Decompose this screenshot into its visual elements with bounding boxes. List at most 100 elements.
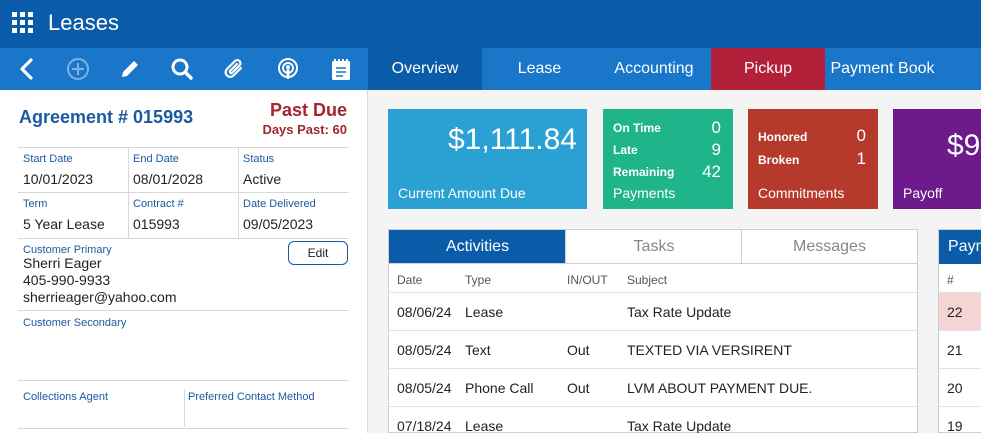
late-value: 9 (711, 140, 721, 159)
tab-lease[interactable]: Lease (482, 48, 597, 90)
start-date-value: 10/01/2023 (23, 171, 94, 187)
divider (18, 380, 349, 381)
title-bar: Leases (0, 0, 981, 48)
broken-label: Broken (758, 153, 800, 167)
honored-label: Honored (758, 130, 808, 144)
toolbar (0, 48, 368, 90)
tab-overview[interactable]: Overview (368, 48, 482, 90)
column-header-type[interactable]: Type (465, 273, 491, 287)
payments-panel: Paym # 22 21 20 19 (938, 229, 981, 433)
date-delivered-label: Date Delivered (243, 198, 316, 210)
main-tabs: Overview Lease Accounting Pickup Payment… (368, 48, 981, 90)
on-time-value: 0 (711, 118, 721, 137)
row-type: Lease (465, 304, 504, 320)
term-label: Term (23, 198, 48, 210)
agreement-title: Agreement # 015993 (19, 107, 194, 127)
row-type: Lease (465, 418, 504, 433)
current-due-title: Current Amount Due (398, 185, 526, 201)
current-due-card[interactable]: $1,111.84 Current Amount Due (388, 109, 587, 209)
payment-number: 19 (947, 418, 963, 433)
agreement-panel: Agreement # 015993 Past Due Days Past: 6… (0, 90, 368, 433)
tab-messages[interactable]: Messages (741, 230, 917, 264)
row-inout: Out (567, 380, 590, 396)
payment-number: 22 (947, 304, 963, 320)
preferred-contact-label: Preferred Contact Method (188, 391, 315, 403)
activities-panel: Activities Tasks Messages Date Type IN/O… (388, 229, 918, 433)
customer-name: Sherri Eager (23, 255, 102, 271)
days-past-label: Days Past: 60 (262, 122, 347, 137)
app-title: Leases (48, 10, 119, 35)
back-icon[interactable] (9, 48, 45, 90)
column-header-date[interactable]: Date (397, 273, 422, 287)
table-row[interactable]: 08/06/24 Lease Tax Rate Update (389, 292, 917, 330)
row-type: Text (465, 342, 491, 358)
divider (18, 238, 349, 239)
table-row[interactable]: 21 (939, 330, 981, 368)
payoff-card[interactable]: $9 Payoff (893, 109, 981, 209)
notepad-icon[interactable] (323, 48, 359, 90)
table-row[interactable]: 22 (939, 292, 981, 330)
on-time-label: On Time (613, 121, 661, 135)
remaining-label: Remaining (613, 165, 675, 179)
divider (184, 389, 185, 427)
row-date: 08/06/24 (397, 304, 452, 320)
tab-payment-book[interactable]: Payment Book (825, 48, 940, 90)
broken-value: 1 (856, 149, 866, 168)
customer-email[interactable]: sherrieager@yahoo.com (23, 289, 177, 305)
honored-value: 0 (856, 126, 866, 145)
row-subject: Tax Rate Update (627, 304, 732, 320)
divider (238, 148, 239, 238)
commitments-card[interactable]: Honored 0 Broken 1 Commitments (748, 109, 878, 209)
divider (18, 428, 349, 429)
row-subject: Tax Rate Update (627, 418, 732, 433)
podcast-icon[interactable] (270, 48, 306, 90)
table-row[interactable]: 19 (939, 406, 981, 433)
divider (18, 192, 349, 193)
payments-title: Payments (613, 185, 676, 201)
late-label: Late (613, 143, 638, 157)
edit-customer-button[interactable]: Edit (288, 241, 348, 265)
column-header-inout[interactable]: IN/OUT (567, 273, 608, 287)
end-date-value: 08/01/2028 (133, 171, 204, 187)
tab-accounting[interactable]: Accounting (597, 48, 711, 90)
contract-label: Contract # (133, 198, 184, 210)
payments-card[interactable]: On Time 0 Late 9 Remaining 42 Payments (603, 109, 733, 209)
payoff-title: Payoff (903, 185, 943, 201)
payoff-amount: $9 (947, 129, 981, 162)
add-icon[interactable] (60, 48, 96, 90)
collections-agent-label: Collections Agent (23, 391, 108, 403)
past-due-banner: Past Due (269, 100, 347, 120)
current-due-amount: $1,111.84 (447, 123, 577, 156)
column-header-subject[interactable]: Subject (627, 273, 667, 287)
end-date-label: End Date (133, 153, 179, 165)
row-type: Phone Call (465, 380, 534, 396)
payment-number: 21 (947, 342, 963, 358)
table-row[interactable]: 20 (939, 368, 981, 406)
table-row[interactable]: 08/05/24 Text Out TEXTED VIA VERSIRENT (389, 330, 917, 368)
row-date: 07/18/24 (397, 418, 452, 433)
row-subject: LVM ABOUT PAYMENT DUE. (627, 380, 813, 396)
tab-activities[interactable]: Activities (389, 230, 566, 264)
search-icon[interactable] (164, 48, 200, 90)
status-label: Status (243, 153, 275, 165)
commitments-title: Commitments (758, 185, 845, 201)
date-delivered-value: 09/05/2023 (243, 216, 314, 232)
remaining-value: 42 (702, 162, 721, 181)
row-inout: Out (567, 342, 590, 358)
payment-number: 20 (947, 380, 963, 396)
customer-phone[interactable]: 405-990-9933 (23, 272, 110, 288)
tab-pickup[interactable]: Pickup (711, 48, 825, 90)
app-grid-icon[interactable] (12, 12, 34, 34)
term-value: 5 Year Lease (23, 216, 105, 232)
payments-column-header[interactable]: # (947, 273, 954, 287)
row-subject: TEXTED VIA VERSIRENT (627, 342, 792, 358)
tab-tasks[interactable]: Tasks (565, 230, 742, 264)
row-date: 08/05/24 (397, 342, 452, 358)
customer-secondary-label: Customer Secondary (23, 317, 127, 329)
row-date: 08/05/24 (397, 380, 452, 396)
edit-pencil-icon[interactable] (112, 48, 148, 90)
attachment-icon[interactable] (217, 48, 253, 90)
table-row[interactable]: 07/18/24 Lease Tax Rate Update (389, 406, 917, 433)
table-row[interactable]: 08/05/24 Phone Call Out LVM ABOUT PAYMEN… (389, 368, 917, 406)
contract-value: 015993 (133, 216, 180, 232)
